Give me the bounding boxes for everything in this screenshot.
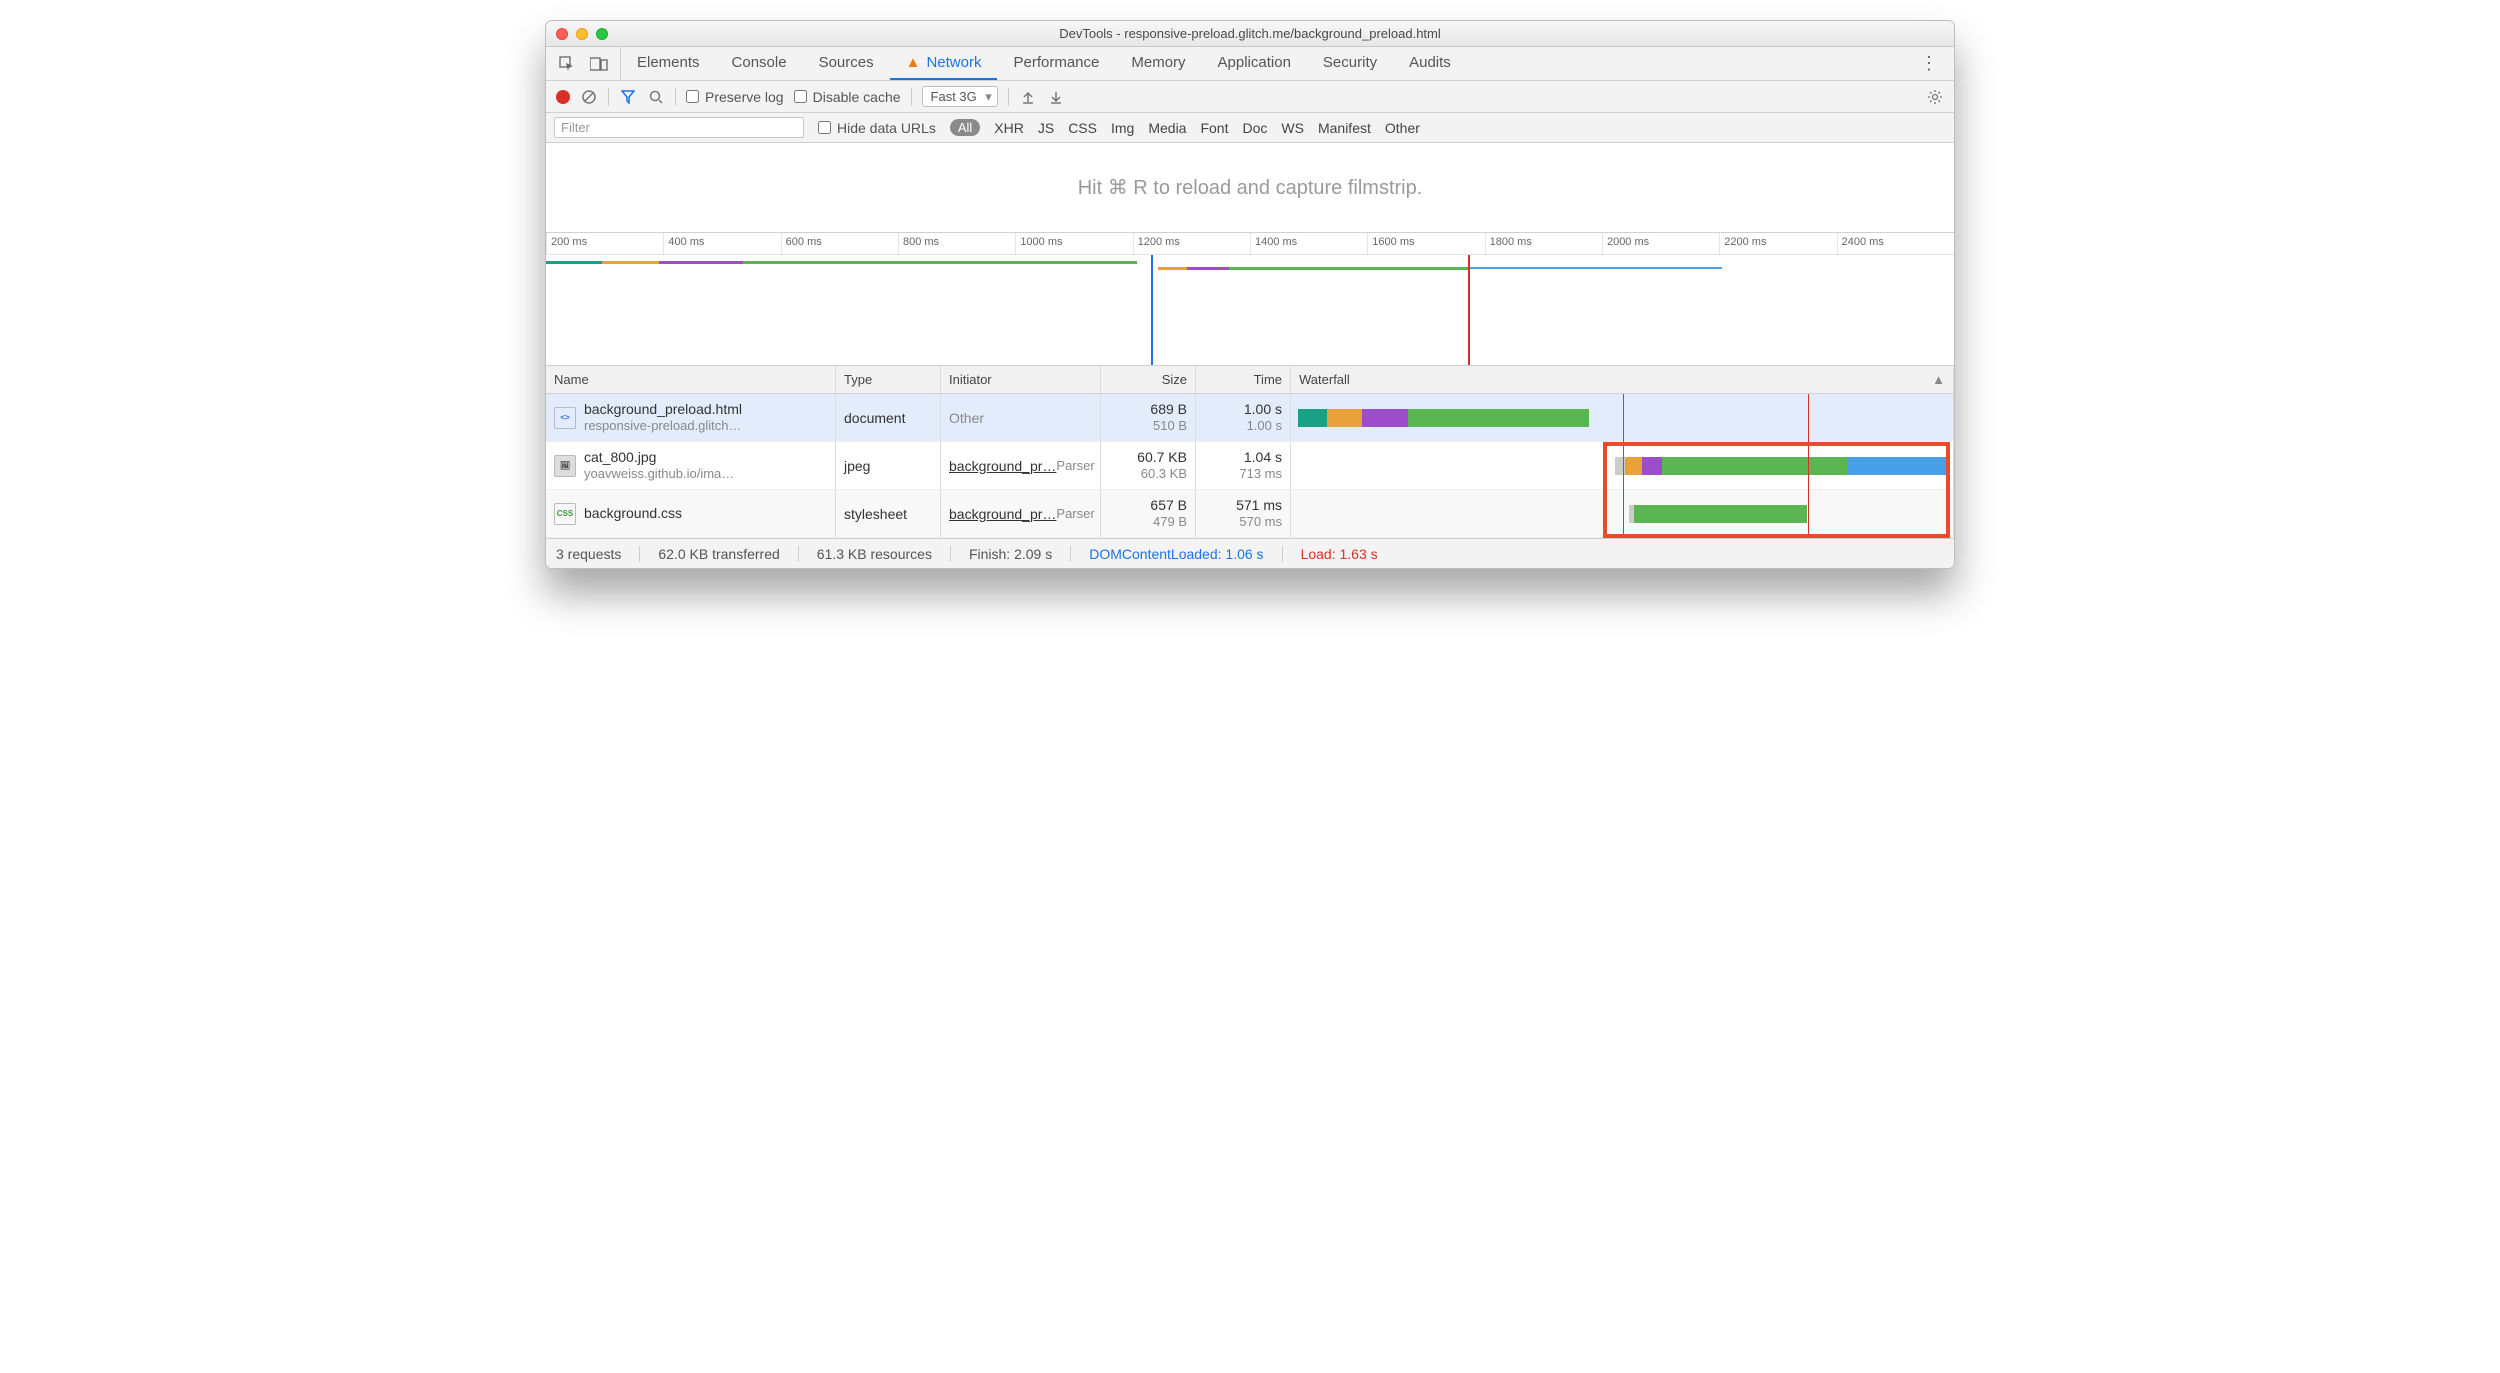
column-time[interactable]: Time <box>1196 366 1291 393</box>
filter-type-all[interactable]: All <box>950 119 980 136</box>
tab-performance[interactable]: Performance <box>997 47 1115 80</box>
status-domcontentloaded: DOMContentLoaded: 1.06 s <box>1089 546 1263 562</box>
request-list: <>background_preload.htmlresponsive-prel… <box>546 394 1954 538</box>
record-button[interactable] <box>556 90 570 104</box>
filter-type-img[interactable]: Img <box>1111 120 1134 136</box>
filter-type-js[interactable]: JS <box>1038 120 1054 136</box>
tab-audits[interactable]: Audits <box>1393 47 1467 80</box>
filter-type-ws[interactable]: WS <box>1281 120 1304 136</box>
sort-arrow-icon: ▲ <box>1932 372 1945 387</box>
column-initiator[interactable]: Initiator <box>941 366 1101 393</box>
status-finish: Finish: 2.09 s <box>969 546 1052 562</box>
device-toolbar-icon[interactable] <box>590 55 608 73</box>
tab-console[interactable]: Console <box>716 47 803 80</box>
tab-network[interactable]: ▲Network <box>890 47 998 80</box>
network-toolbar: Preserve log Disable cache Fast 3G <box>546 81 1954 113</box>
status-requests: 3 requests <box>556 546 621 562</box>
request-row[interactable]: CSSbackground.css stylesheet background_… <box>546 490 1954 538</box>
request-row[interactable]: 🖼cat_800.jpgyoavweiss.github.io/ima… jpe… <box>546 442 1954 490</box>
more-options-icon[interactable]: ⋮ <box>1904 47 1954 80</box>
filter-input[interactable]: Filter <box>554 117 804 138</box>
filter-type-other[interactable]: Other <box>1385 120 1420 136</box>
filmstrip-hint: Hit ⌘ R to reload and capture filmstrip. <box>546 143 1954 233</box>
tab-application[interactable]: Application <box>1202 47 1307 80</box>
tab-elements[interactable]: Elements <box>621 47 716 80</box>
filter-type-manifest[interactable]: Manifest <box>1318 120 1371 136</box>
request-name: background.css <box>584 504 682 522</box>
domcontentloaded-marker <box>1623 394 1624 538</box>
titlebar: DevTools - responsive-preload.glitch.me/… <box>546 21 1954 47</box>
window-title: DevTools - responsive-preload.glitch.me/… <box>546 26 1954 41</box>
devtools-window: DevTools - responsive-preload.glitch.me/… <box>545 20 1955 569</box>
upload-har-icon[interactable] <box>1019 88 1037 106</box>
clear-icon[interactable] <box>580 88 598 106</box>
filter-type-css[interactable]: CSS <box>1068 120 1097 136</box>
load-marker <box>1808 394 1809 538</box>
column-type[interactable]: Type <box>836 366 941 393</box>
status-load: Load: 1.63 s <box>1301 546 1378 562</box>
filter-type-doc[interactable]: Doc <box>1242 120 1267 136</box>
filter-bar: Filter Hide data URLs All XHR JS CSS Img… <box>546 113 1954 143</box>
filter-type-media[interactable]: Media <box>1148 120 1186 136</box>
filter-type-xhr[interactable]: XHR <box>994 120 1024 136</box>
request-row[interactable]: <>background_preload.htmlresponsive-prel… <box>546 394 1954 442</box>
preserve-log-checkbox[interactable]: Preserve log <box>686 89 784 105</box>
column-name[interactable]: Name <box>546 366 836 393</box>
inspect-element-icon[interactable] <box>558 55 576 73</box>
warning-icon: ▲ <box>906 54 921 71</box>
column-waterfall[interactable]: Waterfall▲ <box>1291 366 1954 393</box>
css-file-icon: CSS <box>554 503 576 525</box>
settings-gear-icon[interactable] <box>1926 88 1944 106</box>
disable-cache-checkbox[interactable]: Disable cache <box>794 89 901 105</box>
search-icon[interactable] <box>647 88 665 106</box>
overview-timeline[interactable]: 200 ms400 ms600 ms800 ms1000 ms1200 ms14… <box>546 233 1954 366</box>
request-name: background_preload.html <box>584 400 742 418</box>
tab-memory[interactable]: Memory <box>1115 47 1201 80</box>
filter-icon[interactable] <box>619 88 637 106</box>
initiator-link[interactable]: background_pr… <box>949 458 1056 474</box>
request-name: cat_800.jpg <box>584 448 734 466</box>
html-file-icon: <> <box>554 407 576 429</box>
status-transferred: 62.0 KB transferred <box>658 546 779 562</box>
column-size[interactable]: Size <box>1101 366 1196 393</box>
panel-tabstrip: Elements Console Sources ▲Network Perfor… <box>546 47 1954 81</box>
status-resources: 61.3 KB resources <box>817 546 932 562</box>
filter-type-font[interactable]: Font <box>1200 120 1228 136</box>
network-columns-header: Name Type Initiator Size Time Waterfall▲ <box>546 366 1954 394</box>
download-har-icon[interactable] <box>1047 88 1065 106</box>
tab-security[interactable]: Security <box>1307 47 1393 80</box>
image-file-icon: 🖼 <box>554 455 576 477</box>
throttling-select[interactable]: Fast 3G <box>922 86 998 107</box>
status-bar: 3 requests 62.0 KB transferred 61.3 KB r… <box>546 538 1954 568</box>
tab-sources[interactable]: Sources <box>803 47 890 80</box>
initiator-link[interactable]: background_pr… <box>949 506 1056 522</box>
timeline-ruler: 200 ms400 ms600 ms800 ms1000 ms1200 ms14… <box>546 233 1954 255</box>
hide-data-urls-checkbox[interactable]: Hide data URLs <box>818 120 936 136</box>
